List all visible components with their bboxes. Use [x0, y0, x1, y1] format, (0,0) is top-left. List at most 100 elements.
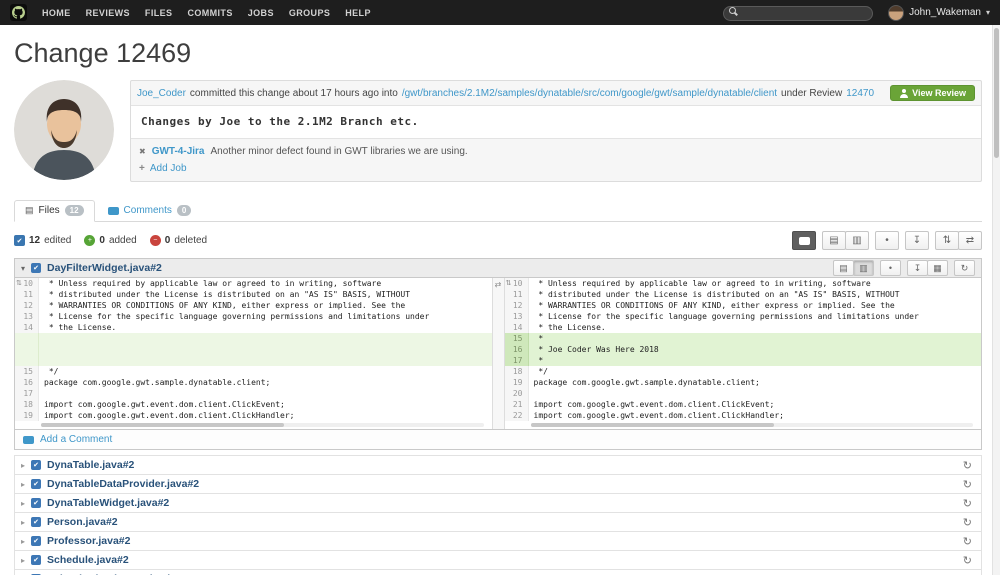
file-checkbox[interactable]: ✔ [31, 460, 42, 470]
add-comment-link[interactable]: Add a Comment [40, 434, 112, 445]
file-name-link[interactable]: DynaTable.java#2 [47, 459, 134, 471]
diff-line-old[interactable] [15, 344, 492, 355]
chevron-right-icon[interactable]: ▸ [21, 518, 25, 527]
diff-line-old[interactable]: 11 * distributed under the License is di… [15, 289, 492, 300]
scrollbar-thumb[interactable] [994, 28, 999, 158]
download-file-button[interactable]: ↧ [907, 260, 928, 276]
reload-diff-icon[interactable]: ↻ [960, 478, 975, 491]
file-row[interactable]: ▸ ✔ DynaTableDataProvider.java#2 ↻ [14, 474, 982, 494]
side-by-side-view-button[interactable]: ▥ [845, 231, 869, 250]
file-checkbox[interactable]: ✔ [31, 479, 42, 489]
horizontal-scrollbar[interactable] [530, 423, 973, 427]
diff-line-new[interactable]: 13 * License for the specific language g… [504, 311, 982, 322]
commit-author-link[interactable]: Joe_Coder [137, 88, 186, 99]
nav-item-groups[interactable]: GROUPS [289, 8, 330, 18]
file-checkbox[interactable]: ✔ [31, 517, 42, 527]
diff-line-new[interactable]: 14 * the License. [504, 322, 982, 333]
diff-line-new[interactable]: 21 import com.google.gwt.event.dom.client… [504, 399, 982, 410]
diff-line-old[interactable] [15, 355, 492, 366]
file-row[interactable]: ▸ ✔ DynaTableWidget.java#2 ↻ [14, 493, 982, 513]
toggle-comments-button[interactable] [792, 231, 816, 250]
collapse-caret-icon[interactable]: ▾ [21, 264, 25, 273]
nav-item-commits[interactable]: COMMITS [187, 8, 232, 18]
search-input[interactable] [723, 6, 874, 21]
chevron-right-icon[interactable]: ▸ [21, 499, 25, 508]
fit-width-button[interactable]: ⇄ [958, 231, 982, 250]
chevron-right-icon[interactable]: ▸ [21, 556, 25, 565]
diff-line-new[interactable]: 11 * distributed under the License is di… [504, 289, 982, 300]
nav-item-home[interactable]: HOME [42, 8, 71, 18]
diff-line-old[interactable]: 12 * WARRANTIES OR CONDITIONS OF ANY KIN… [15, 300, 492, 311]
file-checkbox[interactable]: ✔ [31, 498, 42, 508]
expand-all-button[interactable]: ⇅ [935, 231, 959, 250]
expand-lines-icon[interactable]: ⇅ [16, 278, 22, 289]
page-scrollbar[interactable] [992, 25, 1000, 575]
diff-line-new[interactable]: 17 * [504, 355, 981, 366]
diff-line-old[interactable]: 14 * the License. [15, 322, 492, 333]
chevron-right-icon[interactable]: ▸ [21, 537, 25, 546]
review-link[interactable]: 12470 [846, 88, 874, 99]
file-row[interactable]: ▸ ✔ Person.java#2 ↻ [14, 512, 982, 532]
diff-line-new[interactable]: 15 * [504, 333, 981, 344]
diff-line-old[interactable]: 18 import com.google.gwt.event.dom.client… [15, 399, 492, 410]
file-row[interactable]: ▸ ✔ DynaTable.java#2 ↻ [14, 455, 982, 475]
diff-line-old[interactable]: 19 import com.google.gwt.event.dom.client… [15, 410, 492, 421]
reload-diff-icon[interactable]: ↻ [960, 497, 975, 510]
nav-item-help[interactable]: HELP [345, 8, 371, 18]
file-name-link[interactable]: Person.java#2 [47, 516, 118, 528]
file-checkbox[interactable]: ✔ [31, 263, 42, 273]
more-options-button[interactable]: • [880, 260, 901, 276]
diff-line-old[interactable]: 10 * Unless required by applicable law o… [15, 278, 492, 289]
diff-line-new[interactable]: 19 package com.google.gwt.sample.dynatabl… [504, 377, 982, 388]
refresh-file-button[interactable]: ↻ [954, 260, 975, 276]
file-checkbox[interactable]: ✔ [31, 555, 42, 565]
job-link[interactable]: GWT-4-Jira [152, 146, 205, 157]
diff-line-new[interactable]: 20 [504, 388, 982, 399]
file-name-link[interactable]: DynaTableWidget.java#2 [47, 497, 169, 509]
nav-item-files[interactable]: FILES [145, 8, 173, 18]
diff-line-new[interactable]: 16 * Joe Coder Was Here 2018 [504, 344, 981, 355]
sync-scroll-icon[interactable]: ⇄ [495, 280, 502, 429]
file-row[interactable]: ▸ ✔ Schedule.java#2 ↻ [14, 550, 982, 570]
file-name-link[interactable]: DynaTableDataProvider.java#2 [47, 478, 199, 490]
file-checkbox[interactable]: ✔ [31, 536, 42, 546]
nav-item-reviews[interactable]: REVIEWS [86, 8, 130, 18]
diff-line-new[interactable]: 18 */ [504, 366, 982, 377]
nav-item-jobs[interactable]: JOBS [248, 8, 274, 18]
file-row[interactable]: ▸ ✔ Professor.java#2 ↻ [14, 531, 982, 551]
add-job-link[interactable]: Add Job [150, 163, 187, 174]
diff-line-new[interactable]: 12 * WARRANTIES OR CONDITIONS OF ANY KIN… [504, 300, 982, 311]
hscroll-thumb[interactable] [41, 423, 285, 427]
diff-line-old[interactable]: 15 */ [15, 366, 492, 377]
reload-diff-icon[interactable]: ↻ [960, 459, 975, 472]
reload-diff-icon[interactable]: ↻ [960, 516, 975, 529]
tab-comments[interactable]: Comments 0 [97, 200, 203, 222]
diff-line-old[interactable]: 13 * License for the specific language g… [15, 311, 492, 322]
app-logo-icon[interactable] [10, 4, 27, 21]
diff-line-old[interactable]: 16 package com.google.gwt.sample.dynatabl… [15, 377, 492, 388]
chevron-right-icon[interactable]: ▸ [21, 461, 25, 470]
expand-lines-icon[interactable]: ⇅ [506, 278, 512, 289]
horizontal-scrollbar[interactable] [41, 423, 484, 427]
file-name-link[interactable]: Schedule.java#2 [47, 554, 129, 566]
more-options-button[interactable]: • [875, 231, 899, 250]
unified-view-button[interactable]: ▤ [822, 231, 846, 250]
user-menu[interactable]: John_Wakeman ▾ [888, 4, 990, 21]
chevron-right-icon[interactable]: ▸ [21, 480, 25, 489]
remove-job-icon[interactable]: ✖ [139, 147, 146, 156]
download-all-button[interactable]: ↧ [905, 231, 929, 250]
diff-line-old[interactable] [15, 333, 492, 344]
view-review-button[interactable]: View Review [890, 85, 975, 101]
commit-path-link[interactable]: /gwt/branches/2.1M2/samples/dynatable/sr… [402, 88, 777, 99]
tab-files[interactable]: ▤ Files 12 [14, 200, 95, 222]
diff-line-new[interactable]: 22 import com.google.gwt.event.dom.client… [504, 410, 982, 421]
hscroll-thumb[interactable] [530, 423, 774, 427]
reload-diff-icon[interactable]: ↻ [960, 554, 975, 567]
reload-diff-icon[interactable]: ↻ [960, 535, 975, 548]
diff-line-new[interactable]: 10 * Unless required by applicable law o… [504, 278, 982, 289]
diff-file-name[interactable]: DayFilterWidget.java#2 [47, 262, 162, 274]
file-name-link[interactable]: Professor.java#2 [47, 535, 130, 547]
diff-line-old[interactable]: 17 [15, 388, 492, 399]
unified-view-button[interactable]: ▤ [833, 260, 854, 276]
view-file-button[interactable]: ▦ [927, 260, 948, 276]
